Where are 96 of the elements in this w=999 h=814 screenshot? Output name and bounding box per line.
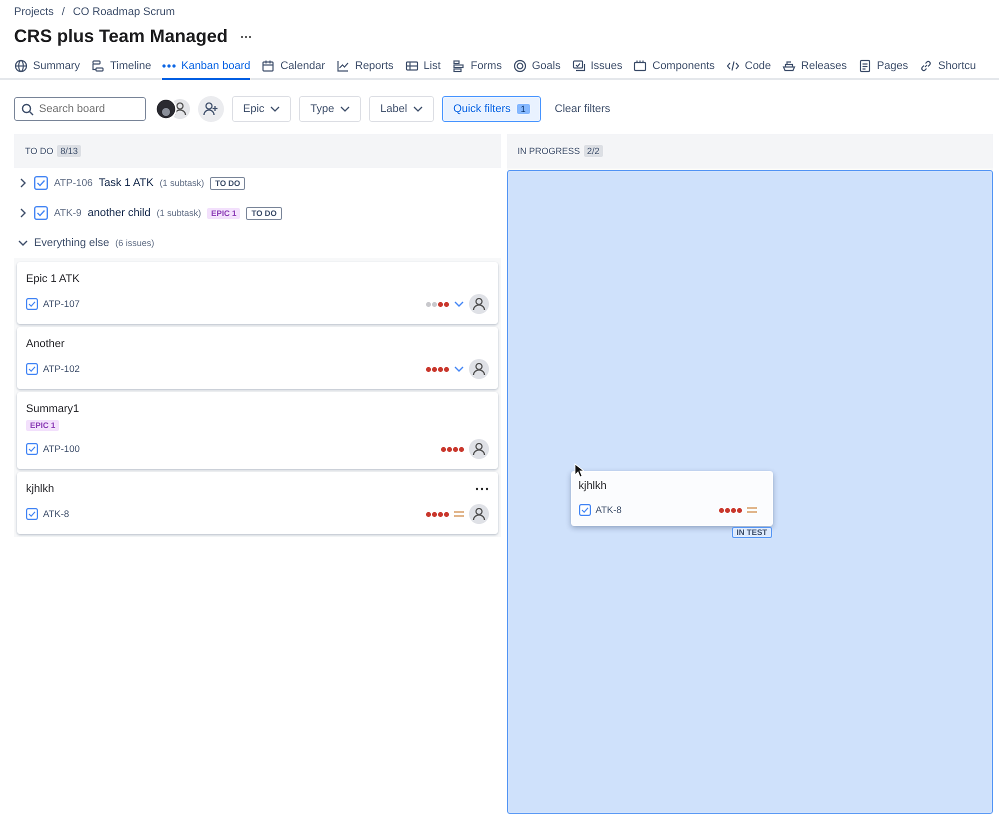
card-title: Another (26, 338, 65, 350)
more-icon[interactable] (474, 487, 488, 491)
link-icon (919, 59, 934, 73)
search-field[interactable]: Search board (14, 97, 146, 121)
code-icon (726, 59, 740, 73)
priority-low-icon (454, 366, 464, 372)
globe-icon (14, 59, 28, 73)
document-icon (858, 59, 872, 73)
line-chart-icon (336, 59, 350, 73)
task-icon (26, 298, 38, 310)
subtask-count: (1 subtask) (160, 178, 204, 188)
calendar-icon (261, 59, 276, 73)
nav-tab[interactable]: Pages (858, 55, 908, 80)
issue-count: 8/13 (57, 145, 81, 157)
task-icon (34, 206, 48, 220)
task-icon (26, 443, 38, 455)
nav-tab[interactable]: Components (633, 55, 715, 80)
priority-medium-icon (454, 511, 464, 517)
chevron-down-icon (270, 106, 280, 112)
breadcrumb-separator: / (62, 6, 65, 18)
add-person-icon[interactable] (198, 96, 224, 122)
clear-filters-button[interactable]: Clear filters (548, 103, 616, 115)
nav-tab[interactable]: Timeline (91, 55, 152, 80)
nav-tab[interactable]: Releases (782, 55, 847, 80)
assignee-avatar-icon[interactable] (468, 504, 488, 524)
card-title: kjhlkh (26, 483, 54, 495)
chevron-right-icon[interactable] (18, 178, 28, 188)
filter-count: 1 (516, 104, 530, 114)
breadcrumb-link[interactable]: Projects (14, 6, 54, 18)
nav-tab[interactable]: Forms (452, 55, 502, 80)
nav-tab[interactable]: List (404, 55, 441, 80)
chevron-down-icon (340, 106, 350, 112)
epic-lozenge: EPIC 1 (26, 420, 60, 431)
issues-icon (572, 59, 586, 73)
nav-tab[interactable]: Reports (336, 55, 394, 80)
issue-lozenge: TO DO (210, 176, 246, 190)
task-icon (26, 363, 38, 375)
nav-tab[interactable]: Kanban board (162, 55, 250, 80)
chevron-down-icon (413, 106, 424, 112)
nav-tab[interactable]: Shortcu (919, 55, 976, 80)
task-icon (578, 504, 590, 516)
group-label: Everything else (34, 237, 110, 249)
issue-title: another child (88, 207, 151, 219)
issue-lozenge: TO DO (246, 206, 282, 220)
issue-key[interactable]: ATK-9 (54, 208, 82, 218)
issue-key: ATK-8 (596, 504, 622, 516)
chevron-right-icon[interactable] (18, 208, 28, 218)
avatar-group-icon[interactable] (156, 98, 190, 120)
issue-title: Task 1 ATK (98, 177, 154, 189)
nav-tab[interactable]: Code (726, 55, 772, 80)
mouse-cursor-icon (574, 463, 584, 478)
filter-dropdown[interactable]: Epic (232, 96, 292, 122)
form-icon (452, 59, 466, 73)
box-icon (633, 59, 648, 73)
priority-medium-icon (746, 507, 756, 513)
nav-tab[interactable]: Summary (14, 55, 80, 80)
issue-key: ATP-102 (43, 364, 80, 374)
issue-key[interactable]: ATP-106 (54, 178, 93, 188)
issue-count: 2/2 (584, 145, 603, 157)
nav-tab[interactable]: Issues (572, 55, 622, 80)
nav-tab[interactable]: Goals (512, 55, 561, 80)
column-title: TO DO (25, 146, 54, 156)
column-title: IN PROGRESS (518, 146, 580, 156)
filter-dropdown[interactable]: Type (299, 96, 362, 122)
nav-tab[interactable]: Calendar (261, 55, 325, 80)
issue-card[interactable]: Another ATP-102 (17, 327, 498, 389)
card-title: Epic 1 ATK (26, 273, 80, 285)
issue-key: ATP-100 (43, 444, 80, 454)
issue-key: ATP-107 (43, 298, 80, 310)
dragged-card[interactable]: kjhlkh ATK-8 (570, 471, 772, 526)
task-icon (26, 508, 38, 520)
project-title: CRS plus Team Managed (14, 26, 228, 47)
card-title: kjhlkh (578, 480, 608, 492)
chevron-icon[interactable] (18, 238, 28, 248)
issue-count: (6 issues) (115, 238, 154, 248)
timeline-icon (91, 59, 106, 73)
issue-card[interactable]: Epic 1 ATK ATP-107 (17, 262, 498, 324)
issue-lozenge: EPIC 1 (207, 208, 240, 218)
subtask-count: (1 subtask) (156, 208, 202, 218)
issue-card[interactable]: Summary1 EPIC 1 ATP-100 (17, 392, 498, 469)
boat-icon (782, 59, 796, 73)
assignee-avatar-icon[interactable] (468, 294, 488, 314)
quick-filters-button[interactable]: Quick filters 1 (442, 96, 541, 122)
target-icon (512, 59, 527, 73)
card-title: Summary1 (26, 403, 80, 415)
issue-key: ATK-8 (43, 508, 70, 520)
status-lozenge: IN TEST (732, 527, 772, 538)
breadcrumb-link[interactable]: CO Roadmap Scrum (72, 6, 175, 18)
task-icon (34, 176, 48, 190)
filter-dropdown[interactable]: Label (369, 96, 434, 122)
assignee-avatar-icon[interactable] (468, 359, 488, 379)
issue-card[interactable]: kjhlkh ATK-8 (17, 472, 498, 534)
priority-low-icon (454, 301, 464, 307)
more-icon[interactable] (240, 34, 252, 38)
table-icon (404, 59, 419, 73)
assignee-avatar-icon[interactable] (468, 439, 488, 459)
